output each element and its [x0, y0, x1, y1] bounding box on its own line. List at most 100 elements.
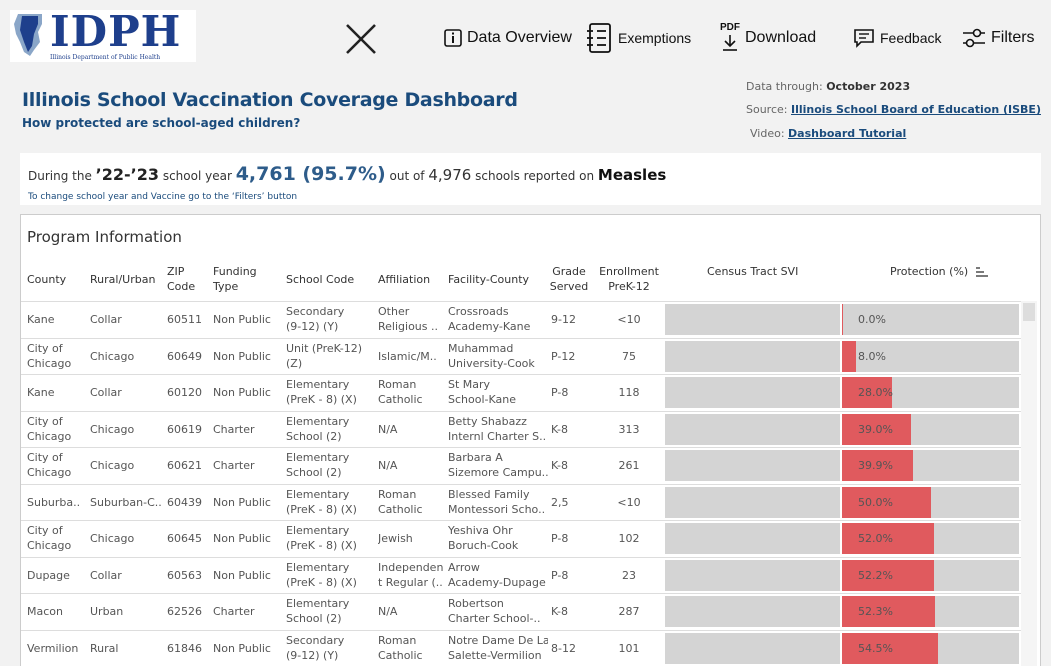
facility-cell-line-2: Sizemore Campu..	[448, 466, 548, 479]
col-grade[interactable]: Grade Served	[547, 264, 591, 294]
enrollment-cell: 313	[618, 422, 640, 436]
col-enroll-l1: Enrollment	[599, 265, 659, 278]
sort-icon[interactable]	[975, 267, 988, 277]
funding-cell: Non Public	[213, 568, 271, 582]
video-label: Video:	[750, 127, 785, 140]
protection-label: 39.0%	[858, 422, 893, 436]
facility-cell-line-1: Betty Shabazz	[448, 414, 527, 428]
checklist-icon	[587, 23, 611, 53]
protection-label: 8.0%	[858, 349, 886, 363]
scrollbar-thumb[interactable]	[1023, 303, 1035, 321]
svi-bar	[665, 523, 840, 554]
enrollment-cell: <10	[617, 495, 641, 509]
table-row[interactable]: City of Chicago Chicago 60645 Non Public Elem…	[21, 520, 1021, 556]
school-code-cell-line-1: Elementary	[286, 451, 350, 464]
funding-cell: Non Public	[213, 641, 271, 655]
facility-cell: Notre Dame De La Salette-Vermilion	[448, 633, 548, 663]
enrollment-cell: 23	[622, 568, 636, 582]
facility-cell-line-2: Charter School-..	[448, 612, 541, 625]
data-overview-button[interactable]: Data Overview	[444, 22, 572, 54]
video: Video: Dashboard Tutorial	[750, 127, 906, 140]
page-subtitle: How protected are school-aged children?	[22, 116, 301, 130]
table-row[interactable]: Kane Collar 60511 Non Public Secondary (9-12)…	[21, 301, 1021, 337]
school-code-cell: Elementary School (2)	[286, 450, 376, 480]
col-svi[interactable]: Census Tract SVI	[707, 264, 798, 279]
enrollment-cell: 101	[618, 641, 640, 655]
county-cell: Kane	[27, 386, 55, 399]
table-row[interactable]: City of Chicago Chicago 60619 Charter Element…	[21, 410, 1021, 447]
svi-bar	[665, 413, 840, 445]
affiliation-cell-line-2: Catholic	[378, 502, 423, 516]
facility-cell-line-1: Robertson	[448, 597, 504, 610]
rural-cell: Urban	[90, 605, 124, 618]
grade-cell: P-8	[551, 568, 569, 582]
table-row[interactable]: Dupage Collar 60563 Non Public Elementary (Pr…	[21, 556, 1021, 593]
school-code-cell: Elementary School (2)	[286, 414, 376, 444]
col-funding-l1: Funding	[213, 265, 257, 278]
data-overview-label: Data Overview	[467, 29, 572, 46]
affiliation-cell-line-2: Religious ..	[378, 320, 438, 333]
affiliation-cell-line-1: Other	[378, 305, 410, 318]
protection-label: 52.0%	[858, 532, 893, 545]
col-grade-l1: Grade	[552, 265, 586, 278]
funding-cell: Charter	[213, 422, 255, 436]
video-link[interactable]: Dashboard Tutorial	[788, 127, 906, 140]
county-cell: City of Chicago	[27, 523, 87, 553]
source-link[interactable]: Illinois School Board of Education (ISBE…	[791, 103, 1041, 116]
rural-cell: Chicago	[90, 349, 135, 363]
facility-cell-line-1: St Mary	[448, 378, 491, 391]
table-row[interactable]: Macon Urban 62526 Charter Elementary School (…	[21, 593, 1021, 629]
zip-cell: 60439	[167, 495, 202, 509]
protection-label: 0.0%	[858, 313, 886, 326]
facility-cell-line-2: Academy-Kane	[448, 320, 531, 333]
download-label: Download	[745, 29, 817, 46]
close-icon[interactable]	[344, 22, 378, 56]
col-facility[interactable]: Facility-County	[448, 272, 529, 287]
col-rural-urban[interactable]: Rural/Urban	[90, 272, 155, 287]
feedback-icon	[854, 29, 874, 48]
col-protection[interactable]: Protection (%)	[890, 264, 988, 279]
table-row[interactable]: City of Chicago Chicago 60649 Non Public Unit…	[21, 337, 1021, 374]
col-zip[interactable]: ZIP Code	[167, 264, 195, 294]
filters-label: Filters	[991, 29, 1035, 46]
filters-button[interactable]: Filters	[962, 22, 1035, 54]
table-row[interactable]: City of Chicago Chicago 60621 Charter Element…	[21, 447, 1021, 483]
summary-prefix: During the	[28, 169, 96, 183]
school-code-cell-line-1: Elementary	[286, 560, 350, 574]
affiliation-cell-line-1: Roman	[378, 378, 417, 391]
feedback-button[interactable]: Feedback	[853, 22, 941, 54]
col-funding[interactable]: Funding Type	[213, 264, 257, 294]
col-school-code[interactable]: School Code	[286, 272, 354, 287]
table-row[interactable]: Kane Collar 60120 Non Public Elementary (PreK…	[21, 374, 1021, 410]
col-county[interactable]: County	[27, 272, 66, 287]
county-cell-line-1: City of	[27, 414, 63, 428]
col-affiliation[interactable]: Affiliation	[378, 272, 430, 287]
table-row[interactable]: Suburba.. Suburban-C.. 60439 Non Public Elem…	[21, 483, 1021, 520]
school-code-cell: Elementary School (2)	[286, 596, 376, 626]
affiliation-cell-line-1: Roman	[378, 633, 417, 647]
scrollbar[interactable]	[1021, 301, 1037, 666]
school-code-cell-line-2: (9-12) (Y)	[286, 648, 339, 662]
grade-cell: P-8	[551, 386, 569, 399]
grade-cell: K-8	[551, 422, 569, 436]
data-through-label: Data through:	[746, 80, 823, 93]
facility-cell-line-1: Arrow	[448, 560, 480, 574]
zip-cell: 60621	[167, 459, 202, 472]
school-code-cell: Elementary (PreK - 8) (X)	[286, 377, 376, 407]
enrollment-cell: 287	[618, 605, 640, 618]
facility-cell: Arrow Academy-Dupage	[448, 560, 548, 590]
school-code-cell-line-2: (PreK - 8) (X)	[286, 502, 357, 516]
pdf-download-icon[interactable]: PDF	[720, 22, 746, 52]
county-cell-line-2: Chicago	[27, 429, 72, 443]
facility-cell: St Mary School-Kane	[448, 377, 548, 407]
grade-cell: K-8	[551, 605, 569, 618]
funding-cell: Non Public	[213, 313, 271, 326]
col-enrollment[interactable]: Enrollment PreK-12	[596, 264, 662, 294]
county-cell: Suburba..	[27, 495, 81, 509]
download-button[interactable]: Download	[745, 22, 816, 54]
school-code-cell: Secondary (9-12) (Y)	[286, 304, 376, 334]
county-cell-line-2: Chicago	[27, 466, 72, 479]
school-code-cell-line-2: (PreK - 8) (X)	[286, 575, 357, 589]
table-row[interactable]: Vermilion Rural 61846 Non Public Secondary (9…	[21, 629, 1021, 666]
exemptions-button[interactable]: Exemptions	[587, 22, 691, 54]
